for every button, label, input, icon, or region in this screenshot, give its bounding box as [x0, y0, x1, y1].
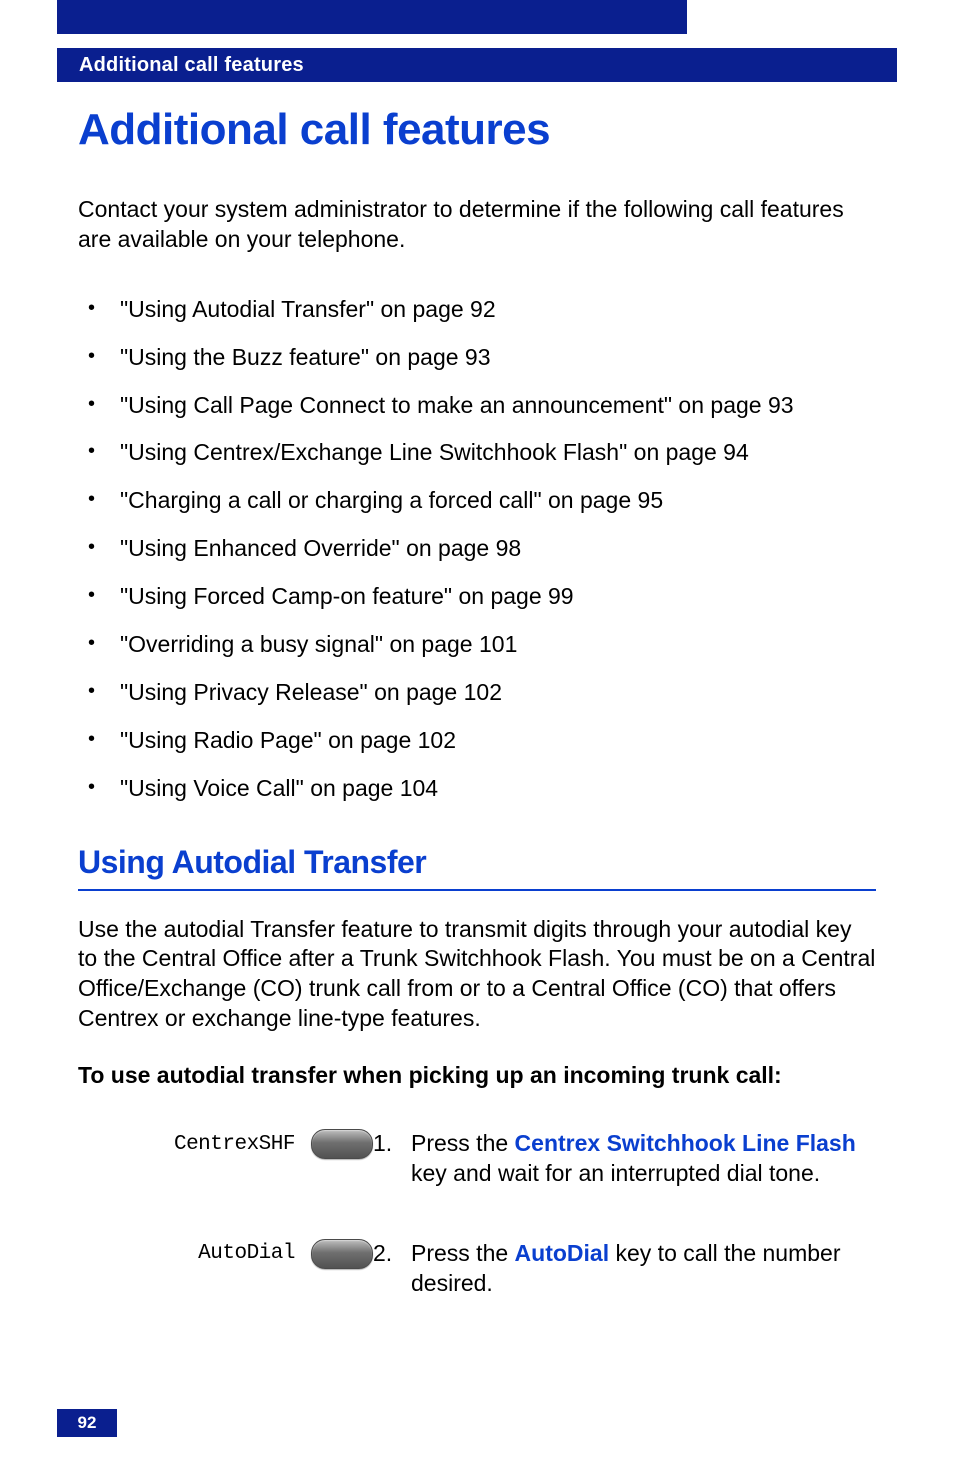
step-number: 2. — [373, 1239, 411, 1299]
phone-key-icon — [311, 1129, 373, 1159]
step-body: Press the Centrex Switchhook Line Flash … — [411, 1129, 876, 1189]
list-item: "Using Privacy Release" on page 102 — [78, 678, 876, 708]
procedure-subhead: To use autodial transfer when picking up… — [78, 1062, 876, 1089]
intro-paragraph: Contact your system administrator to det… — [78, 195, 876, 255]
list-item: "Overriding a busy signal" on page 101 — [78, 630, 876, 660]
page-title: Additional call features — [78, 105, 876, 155]
step-post: key and wait for an interrupted dial ton… — [411, 1160, 820, 1186]
feature-name: Centrex Switchhook Line Flash — [515, 1130, 856, 1156]
step-body: Press the AutoDial key to call the numbe… — [411, 1239, 876, 1299]
list-item: "Using Radio Page" on page 102 — [78, 726, 876, 756]
content: Additional call features Contact your sy… — [78, 105, 876, 1349]
section-paragraph: Use the autodial Transfer feature to tra… — [78, 915, 876, 1035]
list-item: "Using Voice Call" on page 104 — [78, 774, 876, 804]
running-header-text: Additional call features — [79, 54, 304, 76]
list-item: "Using the Buzz feature" on page 93 — [78, 343, 876, 373]
step-text: 2. Press the AutoDial key to call the nu… — [373, 1239, 876, 1299]
feature-name: AutoDial — [515, 1240, 610, 1266]
list-item: "Charging a call or charging a forced ca… — [78, 486, 876, 516]
page-number: 92 — [57, 1409, 117, 1437]
step-row: CentrexSHF 1. Press the Centrex Switchho… — [78, 1129, 876, 1189]
section-heading: Using Autodial Transfer — [78, 844, 876, 881]
top-blue-tab — [57, 0, 687, 34]
key-label: CentrexSHF — [78, 1133, 295, 1156]
phone-key-icon — [311, 1239, 373, 1269]
list-item: "Using Enhanced Override" on page 98 — [78, 534, 876, 564]
page-number-value: 92 — [78, 1413, 97, 1432]
running-header: Additional call features — [57, 48, 897, 82]
list-item: "Using Autodial Transfer" on page 92 — [78, 295, 876, 325]
step-text: 1. Press the Centrex Switchhook Line Fla… — [373, 1129, 876, 1189]
page: Additional call features Additional call… — [0, 0, 954, 1475]
list-item: "Using Call Page Connect to make an anno… — [78, 391, 876, 421]
list-item: "Using Centrex/Exchange Line Switchhook … — [78, 438, 876, 468]
step-number: 1. — [373, 1129, 411, 1189]
list-item: "Using Forced Camp-on feature" on page 9… — [78, 582, 876, 612]
step-row: AutoDial 2. Press the AutoDial key to ca… — [78, 1239, 876, 1299]
feature-list: "Using Autodial Transfer" on page 92 "Us… — [78, 295, 876, 804]
key-col: CentrexSHF — [78, 1129, 373, 1159]
key-col: AutoDial — [78, 1239, 373, 1269]
step-pre: Press the — [411, 1240, 515, 1266]
key-label: AutoDial — [78, 1242, 295, 1265]
section-rule — [78, 889, 876, 891]
step-pre: Press the — [411, 1130, 515, 1156]
